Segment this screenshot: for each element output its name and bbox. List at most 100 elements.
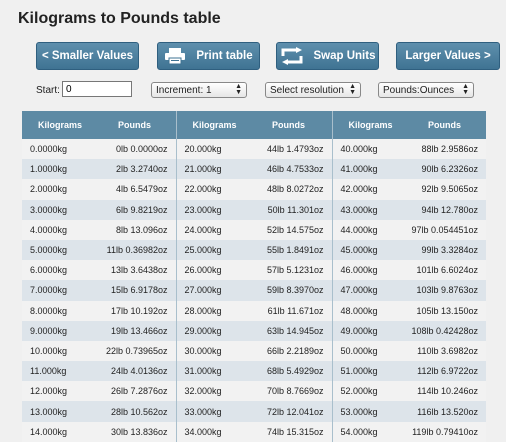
increment-select[interactable]: Increment: 1 ▲ ▼ (151, 82, 247, 98)
pounds-cell: 101lb 6.6024oz (398, 260, 486, 281)
pounds-cell: 19lb 13.466oz (88, 320, 176, 341)
pounds-cell: 46lb 4.7533oz (242, 159, 332, 180)
swap-units-label: Swap Units (313, 50, 376, 62)
kilograms-cell: 25.000kg (175, 239, 242, 261)
pounds-cell: 105lb 13.150oz (398, 300, 486, 321)
kilograms-cell: 44.000kg (331, 219, 398, 240)
kilograms-cell: 52.000kg (331, 381, 398, 402)
larger-values-button[interactable]: Larger Values > (396, 42, 500, 70)
kilograms-cell: 6.0000kg (22, 260, 88, 281)
kilograms-cell: 24.000kg (175, 219, 242, 240)
table-row: 7.0000kg 15lb 6.9178oz 27.000kg 59lb 8.3970… (22, 280, 486, 301)
kilograms-cell: 21.000kg (175, 159, 242, 180)
print-table-label: Print table (196, 50, 253, 62)
swap-units-button[interactable]: Swap Units (276, 42, 379, 70)
kilograms-cell: 53.000kg (331, 401, 398, 422)
kilograms-cell: 12.000kg (22, 381, 88, 402)
kilograms-cell: 32.000kg (175, 381, 242, 402)
kilograms-cell: 1.0000kg (22, 159, 88, 180)
pounds-cell: 103lb 9.8763oz (398, 280, 486, 301)
format-select[interactable]: Pounds:Ounces ▲ ▼ (378, 82, 474, 98)
table-row: 5.0000kg 11lb 0.36982oz 25.000kg 55lb 1.849… (22, 239, 486, 261)
pounds-cell: 108lb 0.42428oz (398, 320, 486, 341)
pounds-cell: 112lb 6.9722oz (398, 361, 486, 382)
smaller-values-button[interactable]: < Smaller Values (36, 42, 139, 70)
start-input[interactable] (62, 81, 132, 97)
select-arrows-icon: ▲ ▼ (235, 83, 242, 96)
pounds-cell: 6lb 9.8219oz (88, 199, 176, 220)
pounds-cell: 97lb 0.054451oz (398, 219, 486, 240)
pounds-cell: 94lb 12.780oz (398, 199, 486, 220)
kilograms-cell: 14.000kg (22, 421, 88, 442)
swap-arrows-icon (280, 47, 304, 65)
pounds-cell: 99lb 3.3284oz (398, 239, 486, 261)
pounds-cell: 0lb 0.0000oz (88, 139, 176, 160)
pounds-cell: 8lb 13.096oz (88, 219, 176, 240)
kilograms-cell: 31.000kg (175, 361, 242, 382)
kilograms-cell: 2.0000kg (22, 179, 88, 200)
kilograms-cell: 9.0000kg (22, 320, 88, 341)
pounds-cell: 28lb 10.562oz (88, 401, 176, 422)
pounds-cell: 88lb 2.9586oz (398, 139, 486, 160)
smaller-values-label: < Smaller Values (41, 50, 134, 62)
table-row: 9.0000kg 19lb 13.466oz 29.000kg 63lb 14.945… (22, 320, 486, 341)
kilograms-cell: 13.000kg (22, 401, 88, 422)
increment-value: Increment: 1 (156, 84, 212, 96)
column-header: Pounds (398, 111, 486, 139)
pounds-cell: 50lb 11.301oz (242, 199, 332, 220)
larger-values-label: Larger Values > (405, 50, 491, 62)
select-arrows-icon: ▲ ▼ (349, 83, 356, 96)
kilograms-cell: 51.000kg (331, 361, 398, 382)
kilograms-cell: 33.000kg (175, 401, 242, 422)
column-header: Kilograms (175, 111, 242, 139)
kilograms-cell: 30.000kg (175, 340, 242, 362)
kilograms-cell: 0.0000kg (22, 139, 88, 160)
kilograms-cell: 23.000kg (175, 199, 242, 220)
format-value: Pounds:Ounces (383, 84, 455, 96)
pounds-cell: 26lb 7.2876oz (88, 381, 176, 402)
pounds-cell: 57lb 5.1231oz (242, 260, 332, 281)
kilograms-cell: 4.0000kg (22, 219, 88, 240)
table-header-row: Kilograms Pounds Kilograms Pounds Kilogr… (22, 111, 486, 139)
pounds-cell: 68lb 5.4929oz (242, 361, 332, 382)
pounds-cell: 13lb 3.6438oz (88, 260, 176, 281)
kilograms-cell: 47.000kg (331, 280, 398, 301)
pounds-cell: 17lb 10.192oz (88, 300, 176, 321)
pounds-cell: 44lb 1.4793oz (242, 139, 332, 160)
pounds-cell: 63lb 14.945oz (242, 320, 332, 341)
kilograms-cell: 27.000kg (175, 280, 242, 301)
pounds-cell: 30lb 13.836oz (88, 421, 176, 442)
conversion-table: Kilograms Pounds Kilograms Pounds Kilogr… (22, 111, 486, 442)
kilograms-cell: 49.000kg (331, 320, 398, 341)
kilograms-cell: 29.000kg (175, 320, 242, 341)
pounds-cell: 55lb 1.8491oz (242, 239, 332, 261)
pounds-cell: 52lb 14.575oz (242, 219, 332, 240)
kilograms-cell: 11.000kg (22, 361, 88, 382)
table-row: 1.0000kg 2lb 3.2740oz 21.000kg 46lb 4.7533o… (22, 159, 486, 180)
pounds-cell: 114lb 10.246oz (398, 381, 486, 402)
kilograms-cell: 7.0000kg (22, 280, 88, 301)
pounds-cell: 48lb 8.0272oz (242, 179, 332, 200)
pounds-cell: 11lb 0.36982oz (88, 239, 176, 261)
resolution-select[interactable]: Select resolution ▲ ▼ (265, 82, 361, 98)
pounds-cell: 22lb 0.73965oz (88, 340, 176, 362)
kilograms-cell: 22.000kg (175, 179, 242, 200)
pounds-cell: 66lb 2.2189oz (242, 340, 332, 362)
pounds-cell: 59lb 8.3970oz (242, 280, 332, 301)
table-row: 10.000kg 22lb 0.73965oz 30.000kg 66lb 2.218… (22, 340, 486, 362)
start-label: Start: (36, 85, 60, 96)
pounds-cell: 24lb 4.0136oz (88, 361, 176, 382)
pounds-cell: 2lb 3.2740oz (88, 159, 176, 180)
print-table-button[interactable]: Print table (157, 42, 260, 70)
kilograms-cell: 50.000kg (331, 340, 398, 362)
table-row: 4.0000kg 8lb 13.096oz 24.000kg 52lb 14.575o… (22, 219, 486, 240)
column-header: Kilograms (22, 111, 88, 139)
kilograms-cell: 5.0000kg (22, 239, 88, 261)
printer-icon (164, 47, 186, 65)
kilograms-cell: 3.0000kg (22, 199, 88, 220)
table-row: 13.000kg 28lb 10.562oz 33.000kg 72lb 12.041… (22, 401, 486, 422)
pounds-cell: 119lb 0.79410oz (398, 421, 486, 442)
pounds-cell: 74lb 15.315oz (242, 421, 332, 442)
kilograms-cell: 41.000kg (331, 159, 398, 180)
select-arrows-icon: ▲ ▼ (462, 83, 469, 96)
